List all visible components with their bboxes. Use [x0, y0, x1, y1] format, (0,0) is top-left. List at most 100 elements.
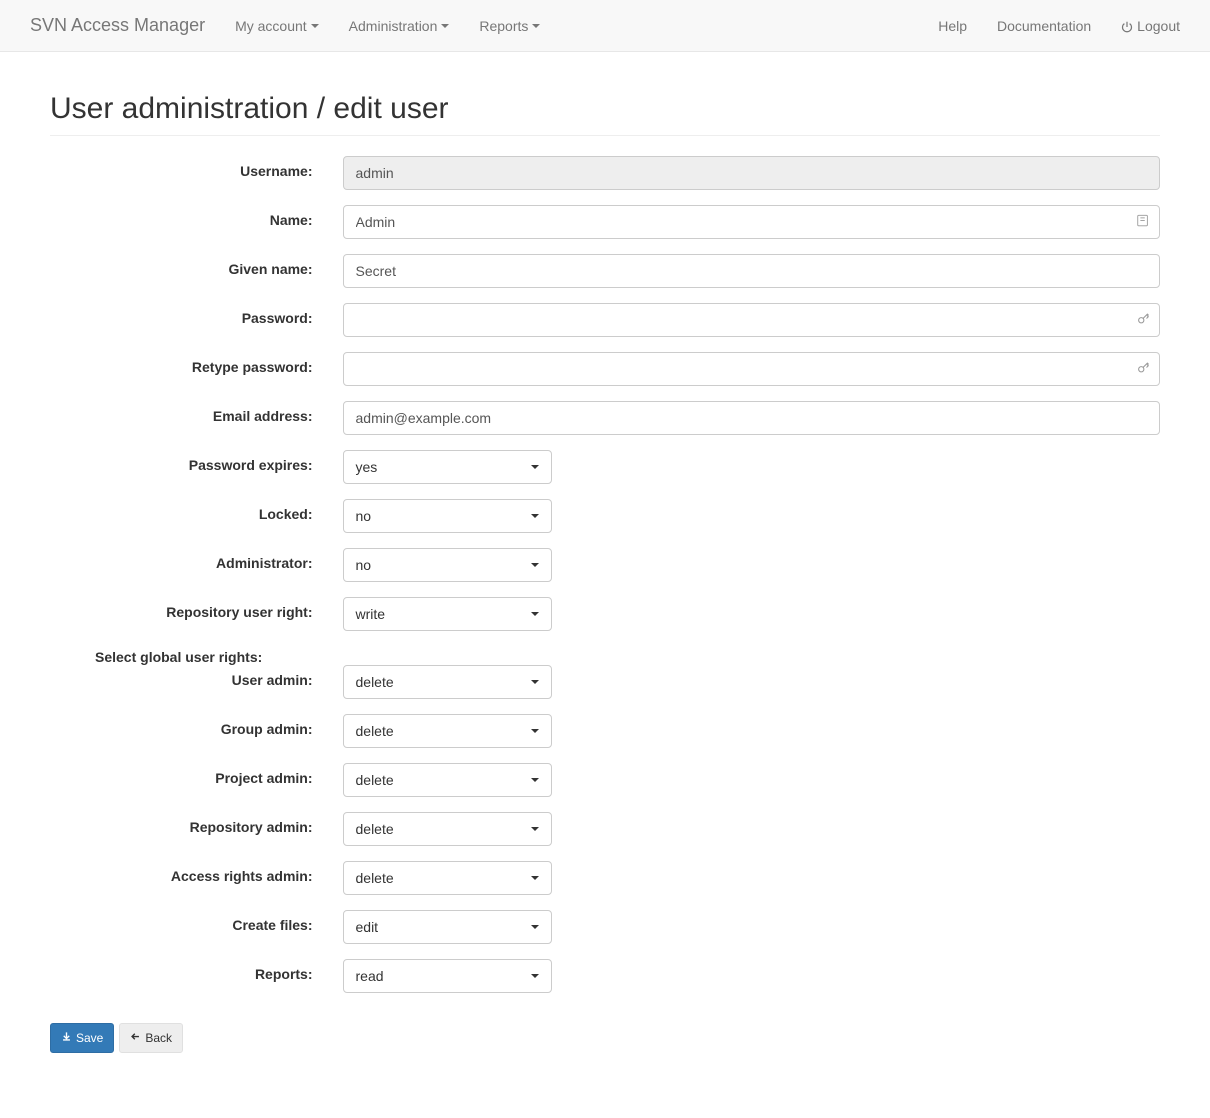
row-access-rights-admin: Access rights admin: delete: [50, 861, 1160, 895]
caret-icon: [532, 24, 540, 28]
row-create-files: Create files: edit: [50, 910, 1160, 944]
chevron-down-icon: [531, 612, 539, 616]
administrator-select[interactable]: no: [343, 548, 552, 582]
back-button[interactable]: Back: [119, 1023, 183, 1053]
save-button[interactable]: Save: [50, 1023, 114, 1053]
given-name-field[interactable]: [343, 254, 1161, 288]
chevron-down-icon: [531, 778, 539, 782]
brand-link[interactable]: SVN Access Manager: [15, 0, 220, 51]
label-name: Name:: [50, 205, 328, 228]
locked-select[interactable]: no: [343, 499, 552, 533]
username-field: [343, 156, 1161, 190]
save-button-label: Save: [76, 1029, 103, 1047]
label-locked: Locked:: [50, 499, 328, 522]
nav-my-account-label: My account: [235, 18, 307, 34]
label-user-admin: User admin:: [50, 665, 328, 688]
nav-left: My account Administration Reports: [220, 3, 555, 49]
user-admin-value: delete: [356, 674, 394, 690]
row-project-admin: Project admin: delete: [50, 763, 1160, 797]
page-header: User administration / edit user: [50, 92, 1160, 136]
row-password-expires: Password expires: yes: [50, 450, 1160, 484]
chevron-down-icon: [531, 680, 539, 684]
row-group-admin: Group admin: delete: [50, 714, 1160, 748]
password-field[interactable]: [343, 303, 1161, 337]
edit-user-form: Username: Name: Given name:: [50, 156, 1160, 1053]
group-admin-value: delete: [356, 723, 394, 739]
access-rights-admin-value: delete: [356, 870, 394, 886]
chevron-down-icon: [531, 827, 539, 831]
global-rights-header: Select global user rights:: [50, 649, 1160, 665]
label-access-rights-admin: Access rights admin:: [50, 861, 328, 884]
arrow-left-icon: [130, 1029, 141, 1047]
label-group-admin: Group admin:: [50, 714, 328, 737]
email-field[interactable]: [343, 401, 1161, 435]
locked-value: no: [356, 508, 372, 524]
save-icon: [61, 1029, 72, 1047]
row-repository-admin: Repository admin: delete: [50, 812, 1160, 846]
create-files-select[interactable]: edit: [343, 910, 552, 944]
nav-reports-label: Reports: [479, 18, 528, 34]
label-password: Password:: [50, 303, 328, 326]
back-button-label: Back: [145, 1029, 172, 1047]
label-administrator: Administrator:: [50, 548, 328, 571]
row-email: Email address:: [50, 401, 1160, 435]
button-row: Save Back: [50, 1023, 1160, 1053]
row-password: Password:: [50, 303, 1160, 337]
row-username: Username:: [50, 156, 1160, 190]
caret-icon: [441, 24, 449, 28]
page-title: User administration / edit user: [50, 92, 1160, 126]
administrator-value: no: [356, 557, 372, 573]
row-user-admin: User admin: delete: [50, 665, 1160, 699]
row-given-name: Given name:: [50, 254, 1160, 288]
label-repo-user-right: Repository user right:: [50, 597, 328, 620]
chevron-down-icon: [531, 974, 539, 978]
row-locked: Locked: no: [50, 499, 1160, 533]
nav-logout[interactable]: Logout: [1106, 3, 1195, 49]
power-icon: [1121, 20, 1133, 32]
chevron-down-icon: [531, 876, 539, 880]
repository-admin-value: delete: [356, 821, 394, 837]
name-field[interactable]: [343, 205, 1161, 239]
chevron-down-icon: [531, 563, 539, 567]
label-repository-admin: Repository admin:: [50, 812, 328, 835]
chevron-down-icon: [531, 925, 539, 929]
label-password-expires: Password expires:: [50, 450, 328, 473]
chevron-down-icon: [531, 514, 539, 518]
repo-user-right-select[interactable]: write: [343, 597, 552, 631]
navbar: SVN Access Manager My account Administra…: [0, 0, 1210, 52]
row-repo-user-right: Repository user right: write: [50, 597, 1160, 631]
row-retype-password: Retype password:: [50, 352, 1160, 386]
group-admin-select[interactable]: delete: [343, 714, 552, 748]
project-admin-value: delete: [356, 772, 394, 788]
nav-reports[interactable]: Reports: [464, 3, 555, 49]
row-reports-right: Reports: read: [50, 959, 1160, 993]
reports-value: read: [356, 968, 384, 984]
chevron-down-icon: [531, 729, 539, 733]
nav-administration-label: Administration: [349, 18, 438, 34]
row-name: Name:: [50, 205, 1160, 239]
nav-administration[interactable]: Administration: [334, 3, 465, 49]
retype-password-field[interactable]: [343, 352, 1161, 386]
create-files-value: edit: [356, 919, 379, 935]
nav-documentation[interactable]: Documentation: [982, 3, 1106, 49]
access-rights-admin-select[interactable]: delete: [343, 861, 552, 895]
label-retype-password: Retype password:: [50, 352, 328, 375]
nav-my-account[interactable]: My account: [220, 3, 334, 49]
nav-logout-label: Logout: [1137, 18, 1180, 34]
row-administrator: Administrator: no: [50, 548, 1160, 582]
caret-icon: [311, 24, 319, 28]
password-expires-value: yes: [356, 459, 378, 475]
label-create-files: Create files:: [50, 910, 328, 933]
main-container: User administration / edit user Username…: [35, 92, 1175, 1053]
repository-admin-select[interactable]: delete: [343, 812, 552, 846]
password-expires-select[interactable]: yes: [343, 450, 552, 484]
label-email: Email address:: [50, 401, 328, 424]
reports-select[interactable]: read: [343, 959, 552, 993]
label-given-name: Given name:: [50, 254, 328, 277]
label-reports-right: Reports:: [50, 959, 328, 982]
project-admin-select[interactable]: delete: [343, 763, 552, 797]
repo-user-right-value: write: [356, 606, 386, 622]
chevron-down-icon: [531, 465, 539, 469]
user-admin-select[interactable]: delete: [343, 665, 552, 699]
nav-help[interactable]: Help: [923, 3, 982, 49]
